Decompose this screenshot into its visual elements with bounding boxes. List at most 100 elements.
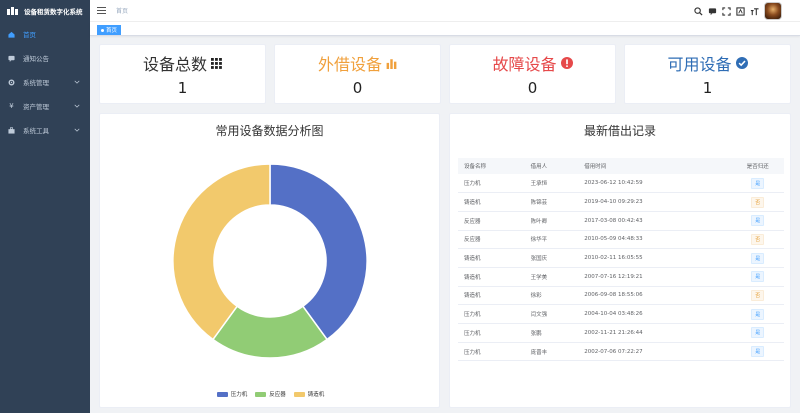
check-circle-icon xyxy=(735,57,748,69)
column-header: 设备名称 xyxy=(458,158,525,174)
app-title: 设备租赁数字化系统 xyxy=(24,8,83,16)
table-row[interactable]: 压力机 王承恒 2023-06-12 10:42:59 是 xyxy=(458,174,784,194)
cell-borrower: 张鹏 xyxy=(524,323,579,343)
table-row[interactable]: 压力机 张鹏 2002-11-21 21:26:44 是 xyxy=(458,323,784,343)
sidebar-item-label: 资产管理 xyxy=(23,103,49,111)
legend-item[interactable]: 铸造机 xyxy=(293,390,325,398)
stat-title: 设备总数 xyxy=(100,51,265,75)
table-title: 最新借出记录 xyxy=(583,124,656,138)
legend-item[interactable]: 反应器 xyxy=(255,390,286,398)
message-icon xyxy=(8,55,15,62)
table-row[interactable]: 压力机 庞晋丰 2002-07-06 07:22:27 是 xyxy=(458,342,784,362)
table-row[interactable]: 铸造机 陈锦芸 2019-04-10 09:29:23 否 xyxy=(458,192,784,212)
cell-time: 2007-07-16 12:19:21 xyxy=(578,267,732,287)
cell-returned: 否 xyxy=(731,192,784,212)
stat-title-text: 外借设备 xyxy=(317,55,382,74)
bar-chart-icon xyxy=(386,58,397,69)
donut-chart xyxy=(172,163,368,359)
stat-title: 外借设备 xyxy=(275,51,440,75)
stat-card-faulty: 故障设备 0 xyxy=(449,44,616,104)
stat-card-total: 设备总数 1 xyxy=(99,44,266,104)
donut-slice-0[interactable] xyxy=(269,163,368,341)
cell-borrower: 闫文强 xyxy=(524,304,579,324)
table-row[interactable]: 压力机 闫文强 2004-10-04 03:48:26 是 xyxy=(458,304,784,324)
search-icon[interactable] xyxy=(694,6,703,16)
logo-icon xyxy=(7,7,18,15)
cell-name: 压力机 xyxy=(458,323,525,343)
table-row[interactable]: 铸造机 张国庆 2010-02-11 16:05:55 是 xyxy=(458,248,784,268)
legend-swatch xyxy=(255,391,267,397)
cell-name: 铸造机 xyxy=(458,286,525,306)
cell-returned: 是 xyxy=(731,323,784,343)
chart-title: 常用设备数据分析图 xyxy=(215,124,324,138)
breadcrumb[interactable]: 首页 xyxy=(116,6,128,15)
status-badge: 否 xyxy=(751,289,765,301)
gear-icon xyxy=(8,79,15,86)
chevron-down-icon xyxy=(74,79,80,86)
fullscreen-icon[interactable] xyxy=(722,6,731,16)
status-badge: 是 xyxy=(751,215,765,227)
table-row[interactable]: 反应器 徐华平 2010-05-09 04:48:33 否 xyxy=(458,230,784,250)
status-badge: 是 xyxy=(751,252,765,264)
cell-time: 2023-06-12 10:42:59 xyxy=(578,174,732,194)
stat-card-available: 可用设备 1 xyxy=(624,44,791,104)
chart-panel: 常用设备数据分析图 压力机 反应器 铸造机 xyxy=(99,113,440,408)
sidebar-item-4[interactable]: 系统工具 xyxy=(0,118,90,142)
legend-swatch xyxy=(216,391,228,397)
cell-time: 2019-04-10 09:29:23 xyxy=(578,192,732,212)
cell-name: 反应器 xyxy=(458,230,525,250)
cell-name: 压力机 xyxy=(458,304,525,324)
font-size-icon[interactable] xyxy=(750,7,759,16)
legend-swatch xyxy=(293,391,305,397)
cell-returned: 否 xyxy=(731,230,784,250)
table-body: 压力机 王承恒 2023-06-12 10:42:59 是铸造机 陈锦芸 2019-04-… xyxy=(458,174,784,362)
hamburger-icon[interactable] xyxy=(97,7,106,14)
cell-time: 2006-09-08 18:55:06 xyxy=(578,286,732,306)
stat-title: 故障设备 xyxy=(450,51,615,75)
stat-value: 1 xyxy=(177,79,188,97)
brand: 设备租赁数字化系统 xyxy=(0,0,90,22)
table-row[interactable]: 铸造机 徐彩 2006-09-08 18:55:06 否 xyxy=(458,286,784,306)
chevron-down-icon xyxy=(74,127,80,134)
legend-label: 反应器 xyxy=(269,392,286,398)
cell-name: 压力机 xyxy=(458,174,525,194)
column-header: 借用时间 xyxy=(578,158,732,174)
cell-borrower: 庞晋丰 xyxy=(524,342,579,362)
cell-returned: 是 xyxy=(731,174,784,194)
status-badge: 是 xyxy=(751,271,765,283)
cell-returned: 是 xyxy=(731,211,784,231)
table-row[interactable]: 铸造机 王学美 2007-07-16 12:19:21 是 xyxy=(458,267,784,287)
stat-value: 0 xyxy=(527,79,538,97)
stat-title-text: 设备总数 xyxy=(142,55,207,74)
legend-item[interactable]: 压力机 xyxy=(216,390,248,398)
sidebar-item-3[interactable]: ¥ 资产管理 xyxy=(0,94,90,118)
sidebar-item-label: 系统管理 xyxy=(23,79,49,87)
alert-icon xyxy=(560,57,573,69)
tags-view: 首页 xyxy=(90,22,800,36)
legend-label: 铸造机 xyxy=(307,392,325,398)
sidebar-item-label: 首页 xyxy=(23,31,36,39)
navbar-right xyxy=(694,2,782,20)
toolbox-icon xyxy=(8,126,15,134)
table-row[interactable]: 反应器 陈叶卿 2017-03-08 00:42:43 是 xyxy=(458,211,784,231)
sidebar-item-0[interactable]: 首页 xyxy=(0,22,90,46)
sidebar-item-1[interactable]: 通知公告 xyxy=(0,46,90,70)
table-panel: 最新借出记录 设备名称 借用人 借用时间 是否归还 压力机 王承恒 2023-06-12 … xyxy=(449,113,791,408)
cell-borrower: 王承恒 xyxy=(524,174,579,194)
grid-icon xyxy=(211,57,222,69)
cell-time: 2002-07-06 07:22:27 xyxy=(578,342,732,362)
cell-name: 铸造机 xyxy=(458,248,525,268)
status-badge: 是 xyxy=(751,177,765,189)
donut-slice-2[interactable] xyxy=(172,163,271,341)
chat-icon[interactable] xyxy=(708,7,717,16)
stat-card-borrowed: 外借设备 0 xyxy=(274,44,441,104)
legend-label: 压力机 xyxy=(230,392,248,398)
cell-borrower: 王学美 xyxy=(524,267,579,287)
tag-home[interactable]: 首页 xyxy=(97,25,122,35)
cell-returned: 是 xyxy=(731,304,784,324)
layout-icon[interactable] xyxy=(736,6,745,16)
sidebar-item-2[interactable]: 系统管理 xyxy=(0,70,90,94)
cell-borrower: 陈叶卿 xyxy=(524,211,579,231)
cell-time: 2004-10-04 03:48:26 xyxy=(578,304,732,324)
avatar[interactable] xyxy=(764,2,782,20)
